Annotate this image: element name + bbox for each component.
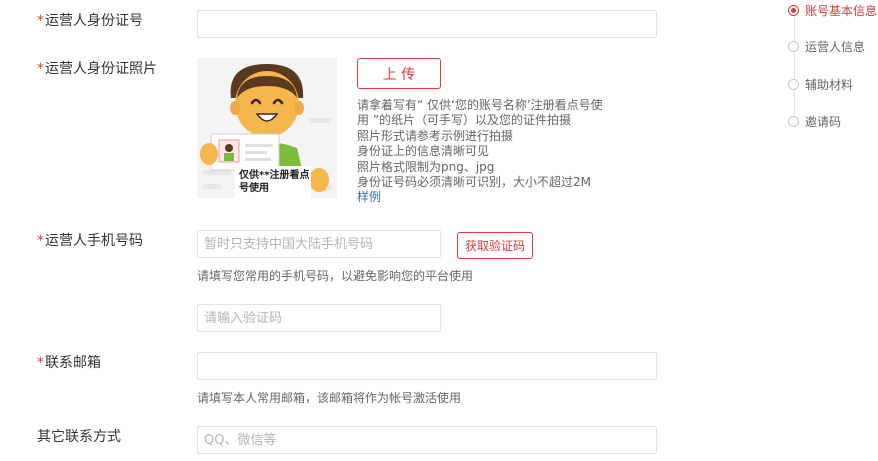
card-caption: 仅供**注册看点 号使用 [239,170,310,194]
step-active-dot-icon [788,4,799,16]
verification-code-input[interactable] [197,304,441,332]
other-contact-input[interactable] [197,426,657,454]
step-label: 运营人信息 [805,39,866,54]
instruction-line: 用 ”的纸片（可手写）以及您的证件拍摄 [357,113,572,128]
step-item-operator-info[interactable]: 运营人信息 [788,38,865,54]
step-dot-icon [788,40,799,52]
email-input[interactable] [197,352,657,380]
phone-label: *运营人手机号码 [37,233,143,249]
required-mark: * [37,233,44,249]
other-contact-label: 其它联系方式 [37,429,121,445]
email-hint: 请填写本人常用邮箱，该邮箱将作为帐号激活使用 [197,391,462,405]
step-label: 邀请码 [805,114,842,129]
step-label: 辅助材料 [805,77,854,92]
step-connector-line [794,16,795,120]
id-number-input[interactable] [197,10,657,38]
instruction-line: 身份证上的信息清晰可见 [357,144,490,159]
step-item-basic-info[interactable]: 账号基本信息 [788,2,877,18]
instruction-line: 照片格式限制为png、jpg [357,159,495,174]
instruction-line: 照片形式请参考示例进行拍摄 [357,128,514,143]
id-photo-example-illustration: 仅供**注册看点 号使用 [197,58,337,198]
email-label: *联系邮箱 [37,355,101,371]
phone-input[interactable] [197,230,441,258]
required-mark: * [37,61,44,77]
get-verification-code-button[interactable]: 获取验证码 [457,232,533,259]
id-photo-label: *运营人身份证照片 [37,61,157,77]
phone-hint: 请填写您常用的手机号码，以避免影响您的平台使用 [197,269,474,283]
step-label: 账号基本信息 [805,3,878,18]
step-dot-icon [788,78,799,90]
sample-link[interactable]: 样例 [357,190,627,205]
step-item-supporting-materials[interactable]: 辅助材料 [788,76,853,92]
step-item-invite-code[interactable]: 邀请码 [788,113,841,129]
step-navigation: 账号基本信息 运营人信息 辅助材料 邀请码 [782,0,878,140]
step-dot-icon [788,115,799,127]
upload-instructions: 请拿着写有“ 仅供‘您的账号名称’注册看点号使 用 ”的纸片（可手写）以及您的证… [357,98,627,206]
instruction-line: 身份证号码必须清晰可识别，大小不超过2M [357,175,591,190]
required-mark: * [37,355,44,371]
required-mark: * [37,13,44,29]
id-number-label: *运营人身份证号 [37,13,143,29]
upload-button[interactable]: 上 传 [357,58,441,89]
instruction-line: 请拿着写有“ 仅供‘您的账号名称’注册看点号使 [357,98,603,112]
